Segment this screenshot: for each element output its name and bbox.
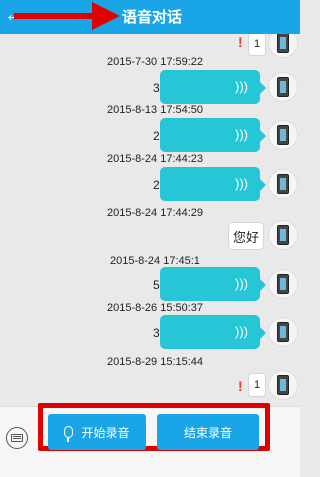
avatar[interactable] <box>268 220 298 250</box>
avatar[interactable] <box>268 317 298 347</box>
start-recording-button[interactable]: 开始录音 <box>48 414 146 450</box>
text-message-bubble[interactable]: 1 <box>248 34 266 56</box>
voice-message-bubble[interactable]: ))) <box>160 118 266 152</box>
input-bar: 开始录音 结束录音 <box>0 403 300 477</box>
text-message-bubble[interactable]: 1 <box>248 373 266 397</box>
voice-duration: 5 <box>153 278 160 292</box>
phone-avatar-icon <box>277 174 289 194</box>
voice-wave-icon: ))) <box>235 276 248 291</box>
voice-message-bubble[interactable]: ))) <box>160 167 266 201</box>
phone-avatar-icon <box>277 322 289 342</box>
timestamp: 2015-8-24 17:45:1 <box>110 255 200 267</box>
annotation-arrow <box>14 2 120 30</box>
avatar[interactable] <box>268 169 298 199</box>
chat-area[interactable]: ! 1 2015-7-30 17:59:22 3 ))) 2015-8-13 1… <box>0 34 300 406</box>
voice-message-bubble[interactable]: ))) <box>160 70 266 104</box>
voice-duration: 2 <box>153 178 160 192</box>
stop-recording-label: 结束录音 <box>183 425 232 440</box>
voice-duration: 2 <box>153 129 160 143</box>
page-title: 语音对话 <box>122 9 183 26</box>
avatar[interactable] <box>268 269 298 299</box>
error-icon[interactable]: ! <box>238 378 243 394</box>
timestamp: 2015-8-24 17:44:29 <box>107 207 204 219</box>
app-header: ← 语音对话 <box>0 0 300 34</box>
text-message-bubble[interactable]: 您好 <box>228 222 264 250</box>
phone-avatar-icon <box>277 274 289 294</box>
stop-recording-button[interactable]: 结束录音 <box>157 414 259 450</box>
voice-message-bubble[interactable]: ))) <box>160 315 266 349</box>
avatar[interactable] <box>268 120 298 150</box>
voice-wave-icon: ))) <box>235 324 248 339</box>
avatar[interactable] <box>268 370 298 400</box>
voice-wave-icon: ))) <box>235 79 248 94</box>
avatar[interactable] <box>268 72 298 102</box>
voice-message-bubble[interactable]: ))) <box>160 267 266 301</box>
phone-avatar-icon <box>277 375 289 395</box>
voice-duration: 3 <box>153 81 160 95</box>
avatar[interactable] <box>268 34 298 58</box>
timestamp: 2015-7-30 17:59:22 <box>107 56 204 68</box>
voice-duration: 3 <box>153 326 160 340</box>
phone-avatar-icon <box>277 125 289 145</box>
timestamp: 2015-8-13 17:54:50 <box>107 104 204 116</box>
error-icon[interactable]: ! <box>238 34 243 50</box>
microphone-icon <box>64 426 74 442</box>
voice-wave-icon: ))) <box>235 127 248 142</box>
voice-wave-icon: ))) <box>235 176 248 191</box>
phone-avatar-icon <box>277 77 289 97</box>
keyboard-icon[interactable] <box>6 427 28 449</box>
phone-avatar-icon <box>277 34 289 53</box>
timestamp: 2015-8-29 15:15:44 <box>107 356 204 368</box>
start-recording-label: 开始录音 <box>81 425 130 440</box>
timestamp: 2015-8-26 15:50:37 <box>107 302 204 314</box>
phone-avatar-icon <box>277 225 289 245</box>
timestamp: 2015-8-24 17:44:23 <box>107 153 204 165</box>
